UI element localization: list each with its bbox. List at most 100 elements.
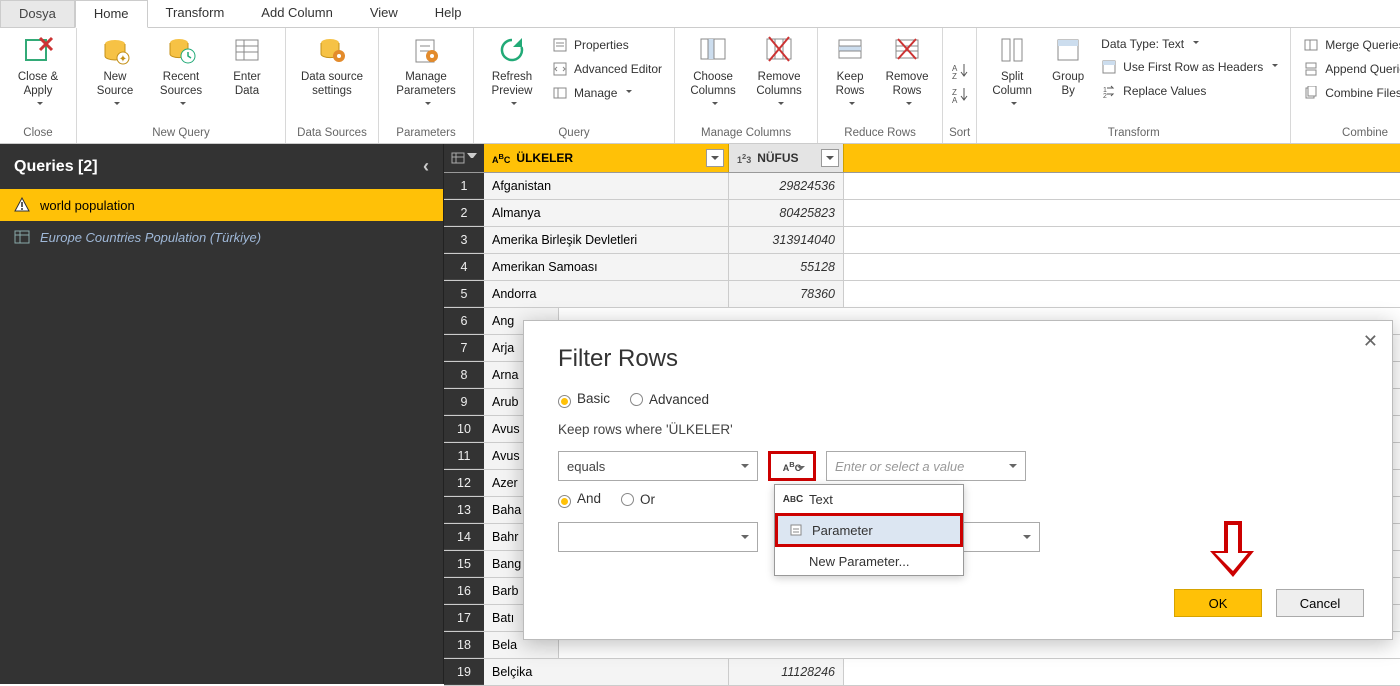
filter-rows-dialog: ✕ Filter Rows Basic Advanced Keep rows w…	[523, 320, 1393, 640]
menu-item-parameter[interactable]: Parameter	[775, 513, 963, 547]
menu-item-text[interactable]: ABCText	[775, 485, 963, 513]
table-row[interactable]: 5Andorra78360	[444, 281, 1400, 308]
parameter-icon	[788, 522, 804, 538]
row-index: 6	[444, 308, 484, 334]
group-newquery-label: New Query	[83, 125, 279, 143]
properties-button[interactable]: Properties	[548, 34, 666, 56]
svg-text:2: 2	[1103, 93, 1107, 98]
value-type-menu: ABCText Parameter New Parameter...	[774, 484, 964, 576]
cell-country: Afganistan	[484, 173, 729, 199]
menu-item-new-parameter[interactable]: New Parameter...	[775, 547, 963, 575]
table-row[interactable]: 4Amerikan Samoası55128	[444, 254, 1400, 281]
tab-transform[interactable]: Transform	[148, 0, 244, 27]
filter-description: Keep rows where 'ÜLKELER'	[558, 422, 1358, 437]
choose-columns-icon	[697, 34, 729, 66]
tab-addcolumn[interactable]: Add Column	[243, 0, 352, 27]
row-index: 12	[444, 470, 484, 496]
merge-icon	[1303, 37, 1319, 53]
tab-view[interactable]: View	[352, 0, 417, 27]
dialog-close-button[interactable]: ✕	[1363, 331, 1378, 352]
choose-columns-button[interactable]: Choose Columns	[681, 30, 745, 117]
tab-home[interactable]: Home	[75, 0, 148, 28]
recent-sources-icon	[165, 34, 197, 66]
row-index: 3	[444, 227, 484, 253]
and-radio[interactable]: And	[558, 491, 601, 508]
operator-select-2[interactable]	[558, 522, 758, 552]
data-source-settings-button[interactable]: Data source settings	[292, 30, 372, 103]
data-type-button[interactable]: Data Type: Text	[1097, 34, 1282, 54]
cell-country: Andorra	[484, 281, 729, 307]
replace-values-button[interactable]: 12Replace Values	[1097, 80, 1282, 102]
advanced-editor-icon	[552, 61, 568, 77]
column-header-ulkeler[interactable]: ABC ÜLKELER	[484, 144, 729, 172]
cell-population: 78360	[729, 281, 844, 307]
row-index: 18	[444, 632, 484, 658]
split-column-button[interactable]: Split Column	[983, 30, 1041, 117]
first-row-headers-button[interactable]: Use First Row as Headers	[1097, 56, 1282, 78]
basic-radio[interactable]: Basic	[558, 391, 610, 408]
row-index: 7	[444, 335, 484, 361]
manage-parameters-button[interactable]: Manage Parameters	[385, 30, 467, 117]
remove-columns-icon	[763, 34, 795, 66]
cell-population: 313914040	[729, 227, 844, 253]
group-close-label: Close	[6, 125, 70, 143]
table-row[interactable]: 19Belçika11128246	[444, 659, 1400, 686]
tab-help[interactable]: Help	[417, 0, 481, 27]
merge-queries-button[interactable]: Merge Queries	[1299, 34, 1400, 56]
query-world-population[interactable]: world population	[0, 189, 443, 221]
manage-query-button[interactable]: Manage	[548, 82, 666, 104]
append-icon	[1303, 61, 1319, 77]
row-index: 8	[444, 362, 484, 388]
recent-sources-button[interactable]: Recent Sources	[149, 30, 213, 117]
row-index: 13	[444, 497, 484, 523]
svg-text:Z: Z	[952, 72, 957, 80]
ok-button[interactable]: OK	[1174, 589, 1262, 617]
group-transform-label: Transform	[983, 125, 1284, 143]
append-queries-button[interactable]: Append Queries	[1299, 58, 1400, 80]
refresh-preview-button[interactable]: Refresh Preview	[480, 30, 544, 117]
group-sort-label: Sort	[949, 125, 970, 143]
value-type-button[interactable]: ABC	[768, 451, 816, 481]
collapse-pane-button[interactable]: ‹	[423, 156, 429, 177]
grid-corner-menu[interactable]	[444, 144, 484, 172]
keep-rows-icon	[834, 34, 866, 66]
query-europe-population[interactable]: Europe Countries Population (Türkiye)	[0, 221, 443, 253]
number-type-icon: 123	[737, 152, 751, 165]
tab-file[interactable]: Dosya	[0, 0, 75, 27]
row-index: 17	[444, 605, 484, 631]
new-source-button[interactable]: ✦ New Source	[83, 30, 147, 117]
remove-columns-button[interactable]: Remove Columns	[747, 30, 811, 117]
column-header-nufus[interactable]: 123 NÜFUS	[729, 144, 844, 172]
query-label: Europe Countries Population (Türkiye)	[40, 230, 261, 245]
group-datasources-label: Data Sources	[292, 125, 372, 143]
sort-desc-button[interactable]: ZA	[950, 86, 970, 104]
table-row[interactable]: 3Amerika Birleşik Devletleri313914040	[444, 227, 1400, 254]
or-radio[interactable]: Or	[621, 492, 655, 507]
table-row[interactable]: 1Afganistan29824536	[444, 173, 1400, 200]
remove-rows-button[interactable]: Remove Rows	[878, 30, 936, 117]
column-filter-button[interactable]	[706, 149, 724, 167]
column-filter-button[interactable]	[821, 149, 839, 167]
cell-population: 80425823	[729, 200, 844, 226]
keep-rows-button[interactable]: Keep Rows	[824, 30, 876, 117]
combine-files-button[interactable]: Combine Files	[1299, 82, 1400, 104]
table-row[interactable]: 2Almanya80425823	[444, 200, 1400, 227]
group-combine-label: Combine	[1297, 125, 1400, 143]
advanced-editor-button[interactable]: Advanced Editor	[548, 58, 666, 80]
row-index: 9	[444, 389, 484, 415]
cell-population: 11128246	[729, 659, 844, 685]
group-by-button[interactable]: Group By	[1043, 30, 1093, 103]
cancel-button[interactable]: Cancel	[1276, 589, 1364, 617]
sort-asc-button[interactable]: AZ	[950, 62, 970, 80]
cell-country: Amerika Birleşik Devletleri	[484, 227, 729, 253]
close-apply-button[interactable]: Close & Apply	[6, 30, 70, 117]
operator-select[interactable]: equals	[558, 451, 758, 481]
advanced-radio[interactable]: Advanced	[630, 392, 709, 407]
cell-country: Amerikan Samoası	[484, 254, 729, 280]
row-index: 2	[444, 200, 484, 226]
dialog-title: Filter Rows	[558, 345, 1358, 373]
cell-population: 55128	[729, 254, 844, 280]
enter-data-button[interactable]: Enter Data	[215, 30, 279, 103]
group-by-icon	[1052, 34, 1084, 66]
value-input[interactable]: Enter or select a value	[826, 451, 1026, 481]
